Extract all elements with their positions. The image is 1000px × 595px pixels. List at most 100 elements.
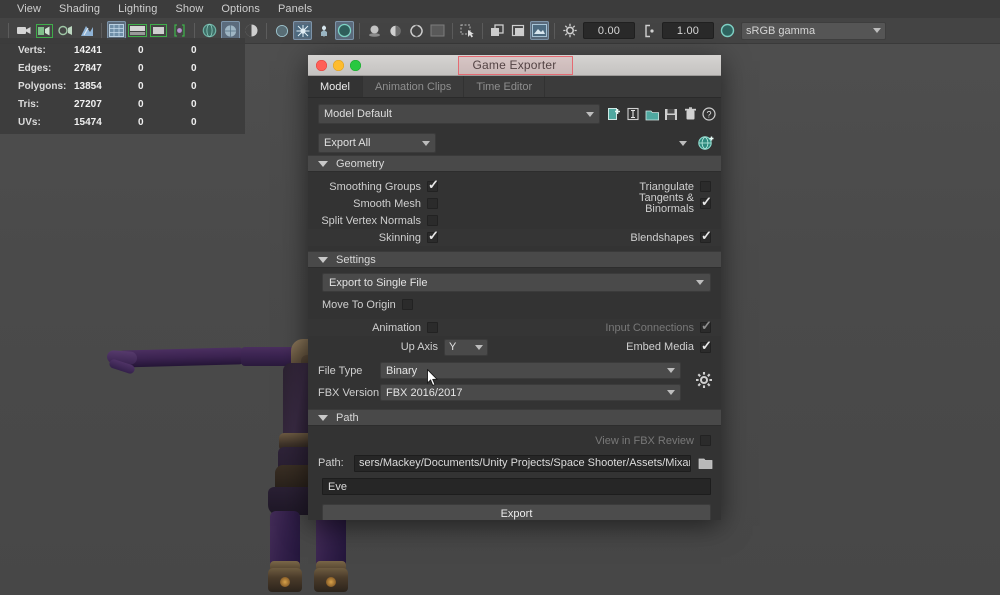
dialog-title-bar[interactable]: Game Exporter bbox=[308, 55, 721, 76]
delete-preset-icon[interactable] bbox=[682, 106, 698, 122]
view-in-fbx-review-checkbox[interactable] bbox=[700, 435, 711, 446]
tab-animation-clips[interactable]: Animation Clips bbox=[363, 76, 465, 97]
triangulate-option[interactable]: Triangulate bbox=[438, 181, 711, 193]
row-path: Path: sers/Mackey/Documents/Unity Projec… bbox=[308, 453, 721, 473]
tangents-binormals-option[interactable]: Tangents & Binormals bbox=[438, 191, 712, 215]
smooth-mesh-option[interactable]: Smooth Mesh bbox=[318, 198, 438, 210]
section-header-settings[interactable]: Settings bbox=[308, 251, 721, 268]
export-file-name-input[interactable]: Eve bbox=[322, 478, 711, 495]
smoothing-groups-checkbox[interactable] bbox=[427, 178, 439, 192]
menu-item-view[interactable]: View bbox=[8, 0, 50, 18]
color-space-dropdown[interactable]: sRGB gamma bbox=[741, 21, 886, 40]
tab-time-editor[interactable]: Time Editor bbox=[464, 76, 546, 97]
gamma-value[interactable]: 1.00 bbox=[662, 22, 714, 39]
export-scope-dropdown[interactable]: Export All bbox=[318, 133, 436, 153]
xray-icon[interactable] bbox=[272, 21, 291, 40]
animation-checkbox[interactable] bbox=[427, 322, 438, 333]
chevron-down-icon bbox=[318, 414, 328, 421]
skinning-label: Skinning bbox=[378, 231, 421, 244]
section-title: Settings bbox=[336, 253, 376, 266]
export-file-mode-dropdown[interactable]: Export to Single File bbox=[322, 273, 711, 292]
chevron-down-icon bbox=[422, 140, 430, 146]
xray-active-components-icon[interactable] bbox=[314, 21, 333, 40]
preset-actions: ? bbox=[600, 106, 717, 122]
hud-value-total: 27847 bbox=[74, 62, 102, 74]
row-skinning-blendshapes: Skinning Blendshapes bbox=[308, 229, 721, 246]
open-preset-icon[interactable] bbox=[644, 106, 660, 122]
viewport-renderer-icon[interactable] bbox=[335, 21, 354, 40]
menu-item-shading[interactable]: Shading bbox=[50, 0, 109, 18]
rename-preset-icon[interactable] bbox=[625, 106, 641, 122]
gamma-icon[interactable] bbox=[639, 21, 658, 40]
triangulate-checkbox[interactable] bbox=[700, 181, 711, 192]
add-selection-set-icon[interactable] bbox=[695, 132, 717, 154]
xray-joints-icon[interactable] bbox=[293, 21, 312, 40]
image-plane-icon[interactable] bbox=[530, 21, 549, 40]
hud-value-total: 27207 bbox=[74, 98, 102, 110]
section-header-geometry[interactable]: Geometry bbox=[308, 155, 721, 172]
grid-toggle-icon[interactable] bbox=[428, 21, 447, 40]
browse-folder-icon[interactable] bbox=[697, 455, 715, 471]
hud-value-selected: 0 bbox=[138, 62, 144, 74]
section-title: Path bbox=[336, 411, 359, 424]
chevron-down-icon bbox=[586, 111, 594, 117]
preset-dropdown[interactable]: Model Default bbox=[318, 104, 600, 124]
skinning-checkbox[interactable] bbox=[427, 229, 439, 243]
toolbar-divider bbox=[8, 22, 9, 39]
view-in-fbx-review-option[interactable]: View in FBX Review bbox=[318, 435, 711, 447]
smoothing-groups-option[interactable]: Smoothing Groups bbox=[318, 178, 439, 193]
color-management-icon[interactable] bbox=[718, 21, 737, 40]
row-animation-input-connections: Animation Input Connections bbox=[308, 319, 721, 336]
split-vertex-normals-label: Split Vertex Normals bbox=[321, 214, 421, 227]
toolbar-divider bbox=[359, 22, 360, 39]
smooth-mesh-checkbox[interactable] bbox=[427, 198, 438, 209]
help-icon[interactable]: ? bbox=[701, 106, 717, 122]
export-selection-field[interactable] bbox=[440, 133, 691, 153]
exposure-icon[interactable] bbox=[560, 21, 579, 40]
animation-option[interactable]: Animation bbox=[318, 322, 438, 334]
menu-item-options[interactable]: Options bbox=[212, 0, 269, 18]
split-vertex-normals-checkbox[interactable] bbox=[427, 215, 438, 226]
split-vertex-normals-option[interactable]: Split Vertex Normals bbox=[318, 215, 438, 227]
blendshapes-option[interactable]: Blendshapes bbox=[438, 229, 712, 244]
menu-item-panels[interactable]: Panels bbox=[269, 0, 321, 18]
fbx-version-dropdown[interactable]: FBX 2016/2017 bbox=[380, 384, 681, 401]
section-header-path[interactable]: Path bbox=[308, 409, 721, 426]
blendshapes-checkbox[interactable] bbox=[700, 229, 712, 243]
fbx-advanced-options-gear-icon[interactable] bbox=[693, 369, 715, 391]
motion-blur-icon[interactable] bbox=[407, 21, 426, 40]
copy-layer-icon[interactable] bbox=[488, 21, 507, 40]
export-button[interactable]: Export bbox=[322, 504, 711, 520]
chevron-down-icon bbox=[696, 280, 704, 285]
embed-media-checkbox[interactable] bbox=[700, 339, 712, 353]
row-view-in-fbx-review: View in FBX Review bbox=[308, 432, 721, 449]
hud-value-total: 13854 bbox=[74, 80, 102, 92]
move-to-origin-checkbox[interactable] bbox=[401, 299, 413, 310]
save-preset-icon[interactable] bbox=[663, 106, 679, 122]
smooth-mesh-label: Smooth Mesh bbox=[353, 197, 421, 210]
tangents-binormals-checkbox[interactable] bbox=[700, 195, 712, 209]
path-input[interactable]: sers/Mackey/Documents/Unity Projects/Spa… bbox=[354, 454, 691, 472]
ambient-occlusion-icon[interactable] bbox=[386, 21, 405, 40]
paste-layer-icon[interactable] bbox=[509, 21, 528, 40]
exposure-value[interactable]: 0.00 bbox=[583, 22, 635, 39]
maya-application-window: View Shading Lighting Show Options Panel… bbox=[0, 0, 1000, 595]
color-space-value: sRGB gamma bbox=[746, 24, 816, 37]
new-preset-icon[interactable] bbox=[606, 106, 622, 122]
embed-media-option[interactable]: Embed Media bbox=[488, 339, 712, 354]
file-type-dropdown[interactable]: Binary bbox=[380, 362, 681, 379]
menu-item-lighting[interactable]: Lighting bbox=[109, 0, 166, 18]
toolbar-divider bbox=[266, 22, 267, 39]
export-scope-value: Export All bbox=[324, 137, 371, 149]
hud-row-uvs: UVs: 15474 0 0 bbox=[0, 113, 245, 131]
section-title: Geometry bbox=[336, 157, 385, 170]
up-axis-dropdown[interactable]: Y bbox=[444, 338, 488, 356]
input-connections-checkbox bbox=[700, 319, 712, 333]
shadow-sphere-icon[interactable] bbox=[365, 21, 384, 40]
row-fbx-version: FBX Version FBX 2016/2017 bbox=[308, 383, 693, 402]
tab-model[interactable]: Model bbox=[308, 76, 363, 97]
tangents-binormals-label: Tangents & Binormals bbox=[638, 191, 694, 215]
menu-item-show[interactable]: Show bbox=[166, 0, 212, 18]
select-tool-icon[interactable] bbox=[458, 21, 477, 40]
skinning-option[interactable]: Skinning bbox=[318, 229, 439, 244]
